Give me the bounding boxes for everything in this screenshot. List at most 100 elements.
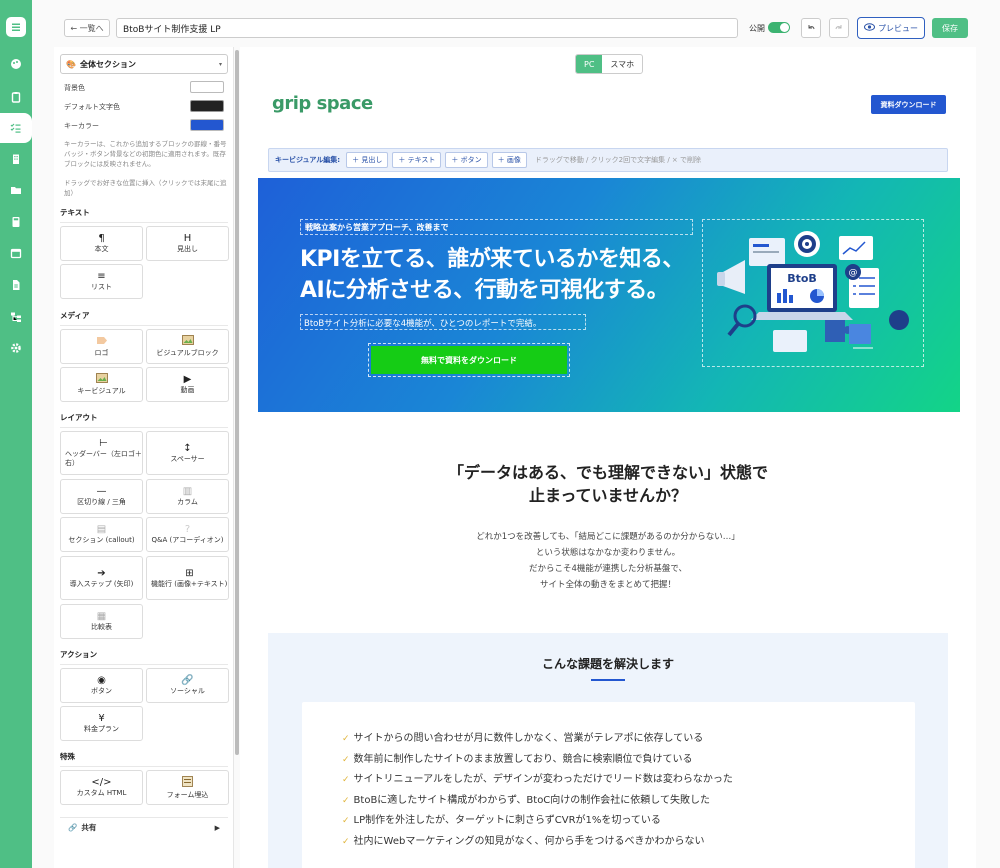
block-body[interactable]: ¶ 本文 [60, 226, 143, 261]
panel-scrollbar[interactable] [235, 50, 239, 755]
hero-cta-button[interactable]: 無料で資料をダウンロード [371, 346, 567, 374]
key-visual-edit-bar: キービジュアル編集: ＋ 見出し ＋ テキスト ＋ ボタン ＋ 画像 ドラッグで… [268, 148, 948, 172]
issues-title[interactable]: こんな課題を解決します [268, 655, 948, 672]
block-list[interactable]: ≡ リスト [60, 264, 143, 299]
block-pricing[interactable]: ¥ 料金プラン [60, 706, 143, 741]
block-panel: 🎨 全体セクション ▾ 背景色 デフォルト文字色 キーカラー キーカラーは、これ… [54, 47, 234, 868]
question-icon: ? [184, 524, 191, 535]
list-item: ✓ 社内にWebマーケティングの知見がなく、何から手をつけるべきかわからない [342, 832, 733, 853]
add-image-button[interactable]: ＋ 画像 [491, 152, 527, 168]
problem-title[interactable]: 「データはある、でも理解できない」状態で 止まっていませんか？ [240, 461, 976, 507]
block-spacer[interactable]: ↕ スペーサー [146, 431, 229, 475]
gear-icon[interactable] [6, 338, 26, 358]
yen-icon: ¥ [98, 713, 105, 724]
sitemap-icon[interactable] [6, 307, 26, 327]
clipboard-icon[interactable] [6, 87, 26, 107]
block-label: 区切り線 / 三角 [77, 498, 126, 506]
check-icon: ✓ [342, 795, 350, 806]
block-steps[interactable]: ➔ 導入ステップ (矢印) [60, 556, 143, 600]
marketing-illustration: BtoB @ [717, 231, 909, 352]
block-label: 見出し [177, 245, 198, 253]
block-label: ヘッダーバー（左ロゴ＋右） [65, 450, 142, 467]
undo-button[interactable] [801, 18, 821, 38]
key-color-note: キーカラーは、これから追加するブロックの罫線・番号バッジ・ボタン背景などの初期色… [64, 140, 227, 168]
header-download-button[interactable]: 資料ダウンロード [871, 95, 946, 114]
block-qa[interactable]: ? Q&A (アコーディオン) [146, 517, 229, 552]
document-icon[interactable] [6, 275, 26, 295]
hero-headline[interactable]: KPIを立てる、誰が来ているかを知る、 AIに分析させる、行動を可視化する。 [300, 244, 700, 306]
calendar-icon[interactable] [6, 243, 26, 263]
block-callout[interactable]: ▤ セクション (callout) [60, 517, 143, 552]
bg-color-swatch[interactable] [190, 81, 224, 93]
block-logo[interactable]: ロゴ [60, 329, 143, 364]
form-icon [182, 775, 193, 791]
save-button[interactable]: 保存 [932, 18, 968, 38]
publish-toggle[interactable] [768, 22, 790, 33]
block-compare[interactable]: ▦ 比較表 [60, 604, 143, 639]
add-button-button[interactable]: ＋ ボタン [445, 152, 488, 168]
link-icon: 🔗 [68, 823, 78, 832]
folder-icon[interactable] [6, 180, 26, 200]
problem-body[interactable]: どれか1つを改善しても、「結局どこに課題があるのか分からない…」 という状態はな… [240, 529, 976, 593]
add-text-button[interactable]: ＋ テキスト [392, 152, 442, 168]
block-key-visual[interactable]: キービジュアル [60, 367, 143, 402]
redo-icon [835, 25, 842, 30]
problem-line: だからこそ4機能が連携した分析基盤で、 [528, 564, 688, 574]
text-color-label: デフォルト文字色 [64, 103, 120, 111]
back-to-list-button[interactable]: ← 一覧へ [64, 19, 110, 37]
category-text: テキスト [60, 207, 228, 223]
hero-illustration[interactable]: BtoB @ [702, 219, 924, 367]
eye-icon [864, 23, 875, 33]
problem-line: どれか1つを改善しても、「結局どこに課題があるのか分からない…」 [476, 532, 740, 542]
add-heading-button[interactable]: ＋ 見出し [346, 152, 389, 168]
page-title-input[interactable]: BtoBサイト制作支援 LP [116, 18, 738, 38]
button-icon: ◉ [97, 675, 106, 686]
picture-icon [181, 335, 194, 349]
page-canvas: PC スマホ grip space 資料ダウンロード キービジュアル編集: ＋ … [240, 47, 976, 868]
hero-eyebrow[interactable]: 戦略立案から営業アプローチ、改善まで [300, 219, 693, 235]
section-select[interactable]: 🎨 全体セクション ▾ [60, 54, 228, 74]
block-label: 機能行 (画像+テキスト) [151, 579, 228, 588]
calculator-icon[interactable] [6, 212, 26, 232]
site-logo[interactable]: grip space [272, 93, 373, 114]
block-button[interactable]: ◉ ボタン [60, 668, 143, 703]
building-icon[interactable] [6, 149, 26, 169]
block-label: スペーサー [170, 454, 205, 463]
preview-button[interactable]: プレビュー [857, 17, 925, 39]
publish-label: 公開 [749, 24, 765, 33]
spacer-icon: ↕ [183, 442, 192, 454]
arrow-right-icon: ➔ [97, 567, 106, 579]
heading-icon: H [183, 233, 192, 244]
text-color-swatch[interactable] [190, 100, 224, 112]
block-social[interactable]: 🔗 ソーシャル [146, 668, 229, 703]
block-header-bar[interactable]: ⊢ ヘッダーバー（左ロゴ＋右） [60, 431, 143, 475]
menu-icon[interactable] [6, 17, 26, 37]
hero-subtext[interactable]: BtoBサイト分析に必要な4機能が、ひとつのレポートで完結。 [300, 314, 586, 330]
drag-note: ドラッグでお好きな位置に挿入（クリックでは末尾に追加） [64, 179, 227, 197]
device-sp-button[interactable]: スマホ [602, 55, 642, 73]
callout-icon: ▤ [96, 524, 107, 535]
shared-section[interactable]: 🔗 共有 ▶ [60, 817, 228, 837]
device-pc-button[interactable]: PC [576, 55, 603, 73]
column-icon: ▥ [182, 486, 193, 497]
block-custom-html[interactable]: </> カスタム HTML [60, 770, 143, 805]
redo-button[interactable] [829, 18, 849, 38]
block-heading[interactable]: H 見出し [146, 226, 229, 261]
block-label: セクション (callout) [68, 536, 135, 544]
block-video[interactable]: ▶ 動画 [146, 367, 229, 402]
checklist-icon[interactable] [0, 113, 32, 143]
block-feature-row[interactable]: ⊞ 機能行 (画像+テキスト) [146, 556, 229, 600]
block-column[interactable]: ▥ カラム [146, 479, 229, 514]
palette-icon[interactable] [6, 54, 26, 74]
issues-list[interactable]: ✓ サイトからの問い合わせが月に数件しかなく、営業がテレアポに依存している ✓ 数年… [342, 729, 733, 852]
header-bar-icon: ⊢ [99, 438, 108, 449]
block-form[interactable]: フォーム埋込 [146, 770, 229, 805]
block-divider[interactable]: — 区切り線 / 三角 [60, 479, 143, 514]
key-color-swatch[interactable] [190, 119, 224, 131]
problem-title-line-1: 「データはある、でも理解できない」状態で [447, 463, 768, 482]
issues-section: こんな課題を解決します ✓ サイトからの問い合わせが月に数件しかなく、営業がテレア… [268, 633, 948, 868]
list-item: ✓ サイトリニューアルをしたが、デザインが変わっただけでリード数は変わらなかった [342, 770, 733, 791]
block-visual[interactable]: ビジュアルブロック [146, 329, 229, 364]
svg-text:@: @ [849, 268, 858, 278]
hero-headline-line-2: AIに分析させる、行動を可視化する。 [300, 278, 669, 303]
